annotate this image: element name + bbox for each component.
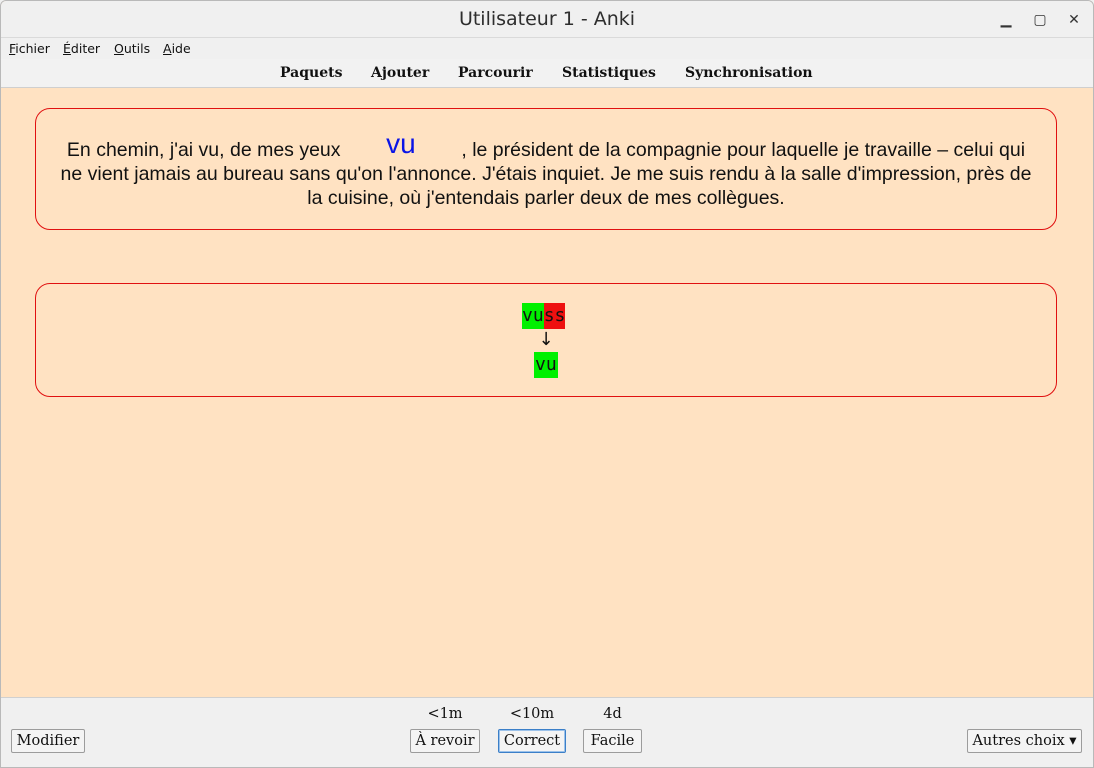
typed-correct-part: vu	[522, 303, 544, 329]
edit-button[interactable]: Modifier	[11, 729, 85, 753]
minimize-icon[interactable]: ▁	[995, 9, 1017, 31]
close-icon[interactable]: ✕	[1063, 9, 1085, 31]
again-button[interactable]: À revoir	[410, 729, 480, 753]
menu-aide[interactable]: Aide	[163, 41, 191, 56]
toolbar-parcourir[interactable]: Parcourir	[458, 65, 533, 81]
cloze-sentence: En chemin, j'ai vu, de mes yeux vu , le …	[60, 128, 1032, 210]
maximize-icon[interactable]: ▢	[1029, 9, 1051, 31]
interval-easy: 4d	[603, 706, 622, 722]
interval-good: <10m	[509, 706, 555, 722]
menu-fichier[interactable]: Fichier	[9, 41, 50, 56]
down-arrow-icon: ↓	[538, 329, 554, 350]
toolbar-paquets[interactable]: Paquets	[280, 65, 342, 81]
toolbar-ajouter[interactable]: Ajouter	[371, 65, 429, 81]
main-toolbar: Paquets Ajouter Parcourir Statistiques S…	[1, 59, 1093, 88]
typed-answer: vu ss	[522, 303, 566, 329]
anki-window: Utilisateur 1 - Anki ▁ ▢ ✕ Fichier Édite…	[0, 0, 1094, 768]
good-button[interactable]: Correct	[498, 729, 566, 753]
question-card: En chemin, j'ai vu, de mes yeux vu , le …	[35, 108, 1057, 230]
easy-button[interactable]: Facile	[583, 729, 642, 753]
menu-bar: Fichier Éditer Outils Aide	[1, 38, 1093, 59]
answer-comparison-card: vu ss ↓ vu	[35, 283, 1057, 397]
more-options-button[interactable]: Autres choix ▾	[967, 729, 1082, 753]
menu-outils[interactable]: Outils	[114, 41, 150, 56]
typed-wrong-part: ss	[543, 303, 566, 329]
interval-again: <1m	[427, 706, 463, 722]
cloze-answer: vu	[386, 128, 416, 159]
toolbar-synchronisation[interactable]: Synchronisation	[685, 65, 813, 81]
expected-answer: vu	[534, 352, 558, 378]
title-bar[interactable]: Utilisateur 1 - Anki ▁ ▢ ✕	[1, 1, 1093, 38]
toolbar-statistiques[interactable]: Statistiques	[562, 65, 656, 81]
window-title: Utilisateur 1 - Anki	[458, 8, 636, 30]
answer-bar: Modifier <1m À revoir <10m Correct 4d Fa…	[1, 697, 1093, 767]
reviewer-area: En chemin, j'ai vu, de mes yeux vu , le …	[1, 88, 1093, 697]
menu-editer[interactable]: Éditer	[63, 41, 100, 56]
